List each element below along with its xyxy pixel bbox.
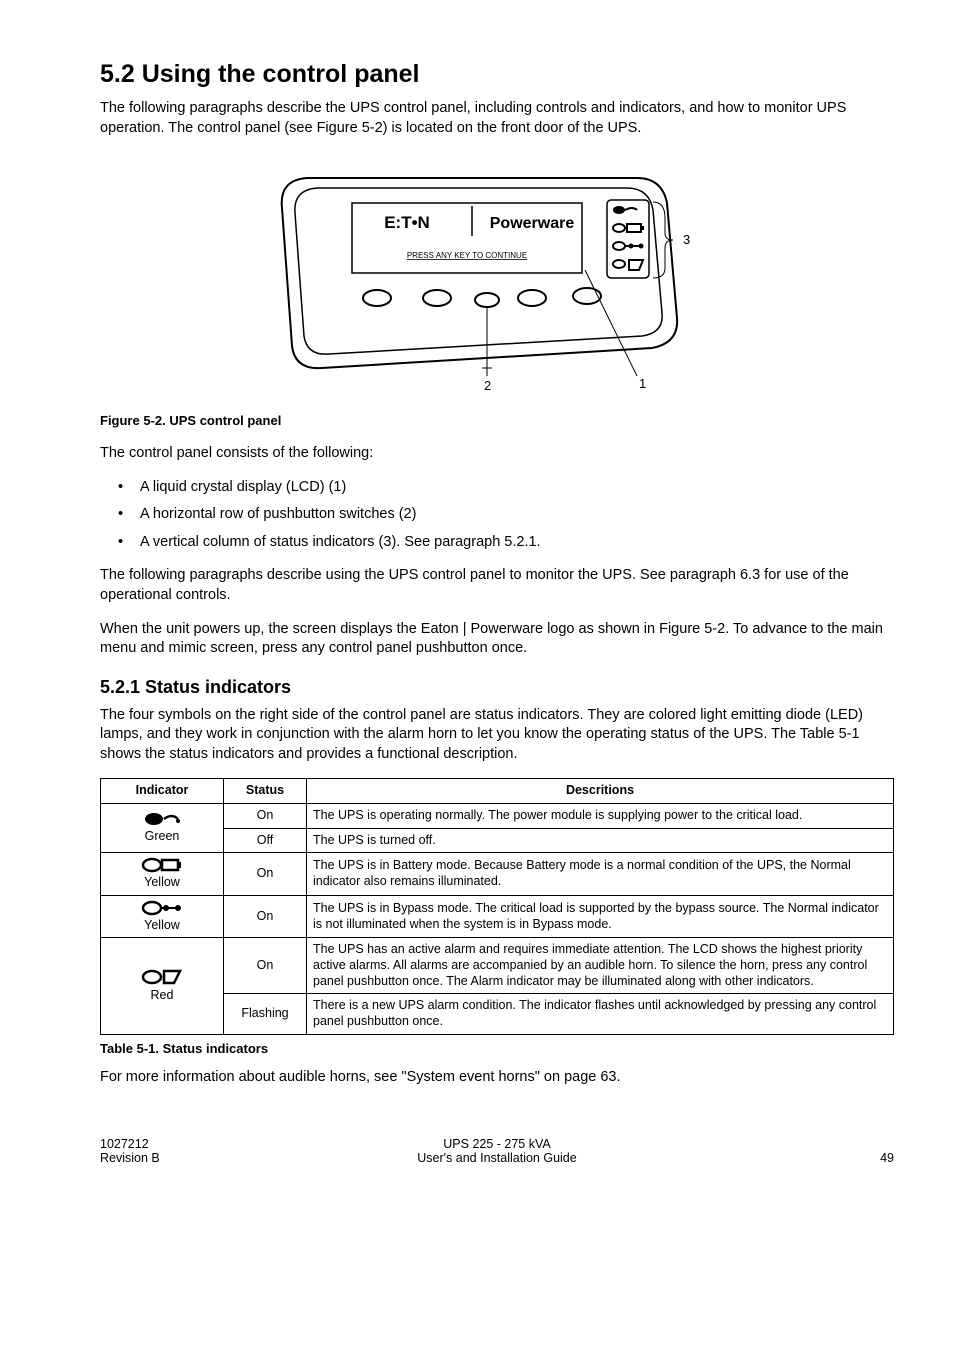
indicator-color: Yellow — [107, 875, 217, 891]
description-cell: The UPS is in Bypass mode. The critical … — [307, 895, 894, 938]
brand-left-text: E:T•N — [384, 213, 430, 232]
footer-title-1: UPS 225 - 275 kVA — [220, 1137, 774, 1151]
paragraph: The following paragraphs describe using … — [100, 566, 894, 605]
screen-message: PRESS ANY KEY TO CONTINUE — [407, 251, 527, 260]
page-footer: 1027212 Revision B UPS 225 - 275 kVA Use… — [100, 1137, 894, 1165]
callout-3: 3 — [683, 232, 690, 247]
list-item: A vertical column of status indicators (… — [100, 533, 894, 553]
description-cell: The UPS is operating normally. The power… — [307, 803, 894, 828]
bypass-icon — [140, 900, 184, 916]
status-cell: On — [224, 938, 307, 994]
table-row: Green On The UPS is operating normally. … — [101, 803, 894, 828]
subsection-intro: The four symbols on the right side of th… — [100, 706, 894, 765]
description-cell: There is a new UPS alarm condition. The … — [307, 994, 894, 1034]
description-cell: The UPS is turned off. — [307, 828, 894, 853]
table-row: Red On The UPS has an active alarm and r… — [101, 938, 894, 994]
normal-icon — [142, 811, 182, 827]
status-cell: On — [224, 853, 307, 896]
page-number: 49 — [774, 1151, 894, 1165]
indicator-color: Yellow — [107, 918, 217, 934]
indicator-icon-normal — [613, 206, 637, 214]
indicator-color: Green — [107, 829, 217, 845]
paragraph: When the unit powers up, the screen disp… — [100, 620, 894, 659]
description-cell: The UPS has an active alarm and requires… — [307, 938, 894, 994]
list-intro: The control panel consists of the follow… — [100, 444, 894, 464]
indicator-icon-battery — [613, 224, 644, 232]
status-cell: Flashing — [224, 994, 307, 1034]
status-indicators-table: Indicator Status Descritions Green On Th… — [100, 778, 894, 1034]
table-caption: Table 5-1. Status indicators — [100, 1041, 894, 1056]
indicator-icon-alarm — [613, 260, 643, 270]
description-cell: The UPS is in Battery mode. Because Batt… — [307, 853, 894, 896]
doc-number: 1027212 — [100, 1137, 220, 1151]
revision: Revision B — [100, 1151, 220, 1165]
table-header: Status — [224, 779, 307, 804]
components-list: A liquid crystal display (LCD) (1) A hor… — [100, 478, 894, 553]
callout-1: 1 — [639, 376, 646, 391]
table-row: Yellow On The UPS is in Bypass mode. The… — [101, 895, 894, 938]
figure-caption: Figure 5-2. UPS control panel — [100, 413, 894, 428]
subsection-heading: 5.2.1 Status indicators — [100, 677, 894, 698]
indicator-color: Red — [107, 988, 217, 1004]
status-cell: Off — [224, 828, 307, 853]
callout-2: 2 — [484, 378, 491, 393]
indicator-icon-bypass — [613, 242, 644, 250]
list-item: A liquid crystal display (LCD) (1) — [100, 478, 894, 498]
table-header: Descritions — [307, 779, 894, 804]
figure-5-2: E:T•N Powerware PRESS ANY KEY TO CONTINU… — [100, 158, 894, 403]
alarm-icon — [140, 968, 184, 986]
intro-paragraph: The following paragraphs describe the UP… — [100, 99, 894, 138]
control-panel-illustration: E:T•N Powerware PRESS ANY KEY TO CONTINU… — [267, 158, 727, 398]
brand-right-text: Powerware — [490, 215, 575, 232]
footer-title-2: User's and Installation Guide — [220, 1151, 774, 1165]
battery-icon — [140, 857, 184, 873]
status-cell: On — [224, 895, 307, 938]
table-row: Yellow On The UPS is in Battery mode. Be… — [101, 853, 894, 896]
list-item: A horizontal row of pushbutton switches … — [100, 505, 894, 525]
table-header: Indicator — [101, 779, 224, 804]
status-cell: On — [224, 803, 307, 828]
section-heading: 5.2 Using the control panel — [100, 60, 894, 89]
after-table-paragraph: For more information about audible horns… — [100, 1068, 894, 1088]
